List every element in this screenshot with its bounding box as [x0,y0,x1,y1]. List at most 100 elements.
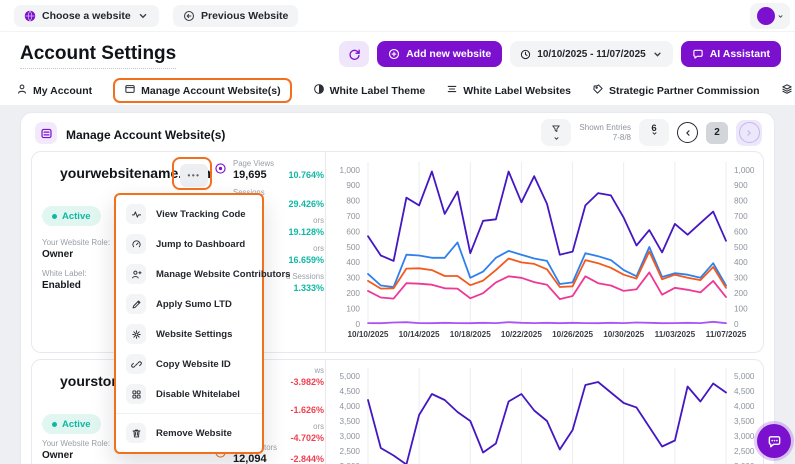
menu-item-view-tracking-code[interactable]: View Tracking Code [116,199,262,229]
status-dot-icon [52,422,57,427]
stat-item: Page Views19,69510.764% [212,159,324,181]
svg-text:800: 800 [346,197,360,206]
tab-white-label-theme[interactable]: White Label Theme [313,80,426,101]
svg-text:3,500: 3,500 [734,417,755,426]
tab-white-label-websites[interactable]: White Label Websites [446,80,571,101]
stat-percentage: 16.659% [288,255,324,265]
svg-text:800: 800 [734,197,748,206]
svg-text:5,000: 5,000 [734,372,755,381]
shown-entries: Shown Entries 7-8/8 [579,123,631,143]
menu-item-manage-website-contributors[interactable]: Manage Website Contributors [116,259,262,289]
menu-item-jump-to-dashboard[interactable]: Jump to Dashboard [116,229,262,259]
svg-text:100: 100 [346,304,360,313]
menu-item-copy-website-id[interactable]: Copy Website ID [116,349,262,379]
prev-page-button[interactable] [677,122,698,143]
svg-text:1,000: 1,000 [340,166,361,175]
tab-invoices[interactable]: Invoices [781,80,795,101]
tab-label: White Label Websites [463,85,571,97]
menu-item-label: Manage Website Contributors [156,269,290,280]
page-header: Account Settings Add new website 10/10/2… [0,32,795,76]
choose-website-dropdown[interactable]: Choose a website [14,5,159,27]
stat-label-fragment: ors [313,422,324,431]
menu-item-remove-website[interactable]: Remove Website [116,418,262,448]
chart-area: 5,0005,0004,5004,5004,0004,0003,5003,500… [325,360,765,464]
svg-text:10/10/2025: 10/10/2025 [348,330,389,339]
menu-separator [116,413,262,414]
svg-text:500: 500 [734,243,748,252]
website-actions-menu: View Tracking Code Jump to DashboardManag… [114,193,264,454]
line-chart: 1,0001,000900900800800700700600600500500… [326,152,765,352]
chevron-down-icon [137,10,149,22]
choose-website-label: Choose a website [42,10,131,22]
svg-text:4,000: 4,000 [340,402,361,411]
page-size-select[interactable]: 6 [639,119,669,146]
stack-icon [446,83,458,98]
user-menu[interactable] [750,3,790,29]
menu-item-disable-whitelabel[interactable]: Disable Whitelabel [116,379,262,409]
pen-icon [126,294,146,314]
plus-circle-icon [388,48,400,60]
svg-text:600: 600 [346,227,360,236]
screen: Choose a website Previous Website Accoun… [0,0,795,464]
gear-icon [126,324,146,344]
tab-label: Manage Account Website(s) [141,85,280,97]
svg-text:10/30/2025: 10/30/2025 [603,330,644,339]
website-field: Your Website Role:Owner [42,439,110,461]
chevron-down-icon [652,49,663,60]
website-field: Your Website Role:Owner [42,238,110,260]
menu-item-label: Remove Website [156,428,232,439]
page-title: Account Settings [20,43,176,69]
svg-text:700: 700 [346,212,360,221]
previous-website-button[interactable]: Previous Website [173,5,298,27]
ai-assistant-button[interactable]: AI Assistant [681,41,781,67]
list-icon [35,122,57,144]
website-actions-button[interactable]: ••• [180,164,208,187]
field-value: Enabled [42,280,86,291]
user-icon [16,83,28,98]
svg-text:400: 400 [346,258,360,267]
tab-manage-account-website-s[interactable]: Manage Account Website(s) [113,78,291,103]
stat-percentage: 19.128% [288,227,324,237]
chevron-down-icon [651,130,658,137]
menu-item-apply-sumo-ltd[interactable]: Apply Sumo LTD [116,289,262,319]
field-label: White Label: [42,269,86,278]
chevron-down-icon [553,135,560,142]
clock-icon [520,49,531,60]
svg-text:4,000: 4,000 [734,402,755,411]
filter-button[interactable] [541,119,571,146]
funnel-icon [551,124,561,134]
tab-my-account[interactable]: My Account [16,80,92,101]
next-page-button[interactable] [739,122,760,143]
field-value: Owner [42,249,110,260]
status-dot-icon [52,214,57,219]
chat-icon [767,434,782,449]
status-badge: Active [42,206,101,226]
layers-icon [781,83,793,98]
shown-entries-label: Shown Entries [579,123,631,133]
svg-text:3,000: 3,000 [734,432,755,441]
stat-percentage: -3.982% [290,377,324,387]
current-page[interactable]: 2 [706,122,728,144]
svg-text:4,500: 4,500 [734,387,755,396]
chat-fab-button[interactable] [757,424,791,458]
svg-text:200: 200 [734,289,748,298]
svg-text:900: 900 [346,181,360,190]
target-purple-icon [214,162,227,175]
link-icon [126,354,146,374]
tab-label: White Label Theme [330,85,426,97]
menu-item-label: View Tracking Code [156,209,246,220]
tab-strategic-partner-commission[interactable]: Strategic Partner Commission [592,80,760,101]
chat-icon [692,48,704,60]
panel-controls: Shown Entries 7-8/8 6 2 [541,119,762,146]
previous-website-label: Previous Website [201,10,288,22]
menu-item-label: Disable Whitelabel [156,389,240,400]
svg-text:10/26/2025: 10/26/2025 [552,330,593,339]
date-range-picker[interactable]: 10/10/2025 - 11/07/2025 [510,41,672,67]
tab-label: Strategic Partner Commission [609,85,760,97]
refresh-button[interactable] [339,41,369,67]
ai-assistant-label: AI Assistant [710,48,770,60]
menu-item-website-settings[interactable]: Website Settings [116,319,262,349]
shown-entries-value: 7-8/8 [579,133,631,143]
add-new-website-button[interactable]: Add new website [377,41,502,67]
field-label: Your Website Role: [42,439,110,448]
